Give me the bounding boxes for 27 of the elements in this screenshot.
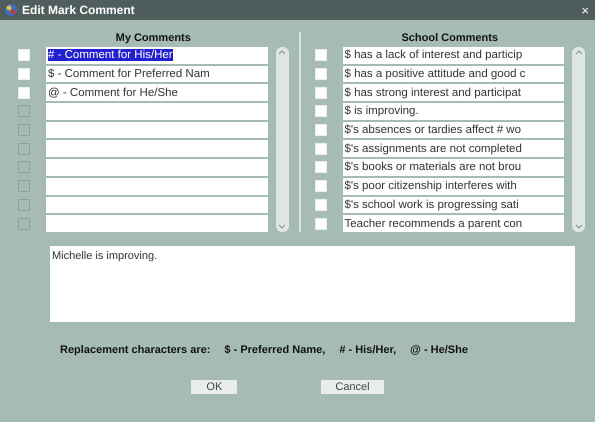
list-heading: My Comments — [114, 32, 192, 44]
comment-field[interactable]: $'s poor citizenship interferes with — [342, 178, 564, 194]
comment-field[interactable]: # - Comment for His/Her — [46, 47, 268, 64]
scroll-bar[interactable] — [572, 47, 585, 232]
comment-field[interactable]: $'s school work is progressing sati — [342, 196, 564, 214]
list-heading: School Comments — [400, 32, 500, 44]
comment-field[interactable]: $'s absences or tardies affect # wo — [342, 122, 564, 138]
comment-field[interactable]: $ - Comment for Preferred Nam — [46, 66, 268, 82]
comment-field[interactable]: $ is improving. — [342, 103, 564, 120]
comment-field[interactable]: $ has strong interest and participat — [342, 84, 564, 102]
replacement-item: @ - He/She — [410, 344, 468, 356]
comment-field[interactable]: $'s assignments are not completed — [342, 140, 564, 158]
app-icon — [4, 3, 18, 17]
comment-text-area[interactable]: Michelle is improving. — [50, 246, 575, 322]
replacement-item: $ - Preferred Name, — [224, 344, 326, 356]
close-button[interactable]: × — [579, 4, 591, 16]
scroll-bar[interactable] — [276, 47, 288, 232]
comment-field[interactable]: Teacher recommends a parent con — [342, 215, 564, 232]
ok-button[interactable]: OK — [191, 380, 238, 394]
comment-field[interactable]: $ has a lack of interest and particip — [342, 47, 564, 64]
comment-field[interactable]: $'s books or materials are not brou — [342, 159, 564, 176]
replacement-label: Replacement characters are: — [60, 344, 210, 356]
comment-field[interactable]: @ - Comment for He/She — [46, 84, 268, 102]
replacement-item: # - His/Her, — [339, 344, 396, 356]
comment-field[interactable]: $ has a positive attitude and good c — [342, 66, 564, 82]
cancel-button[interactable]: Cancel — [321, 380, 384, 394]
window-title: Edit Mark Comment — [22, 3, 136, 17]
